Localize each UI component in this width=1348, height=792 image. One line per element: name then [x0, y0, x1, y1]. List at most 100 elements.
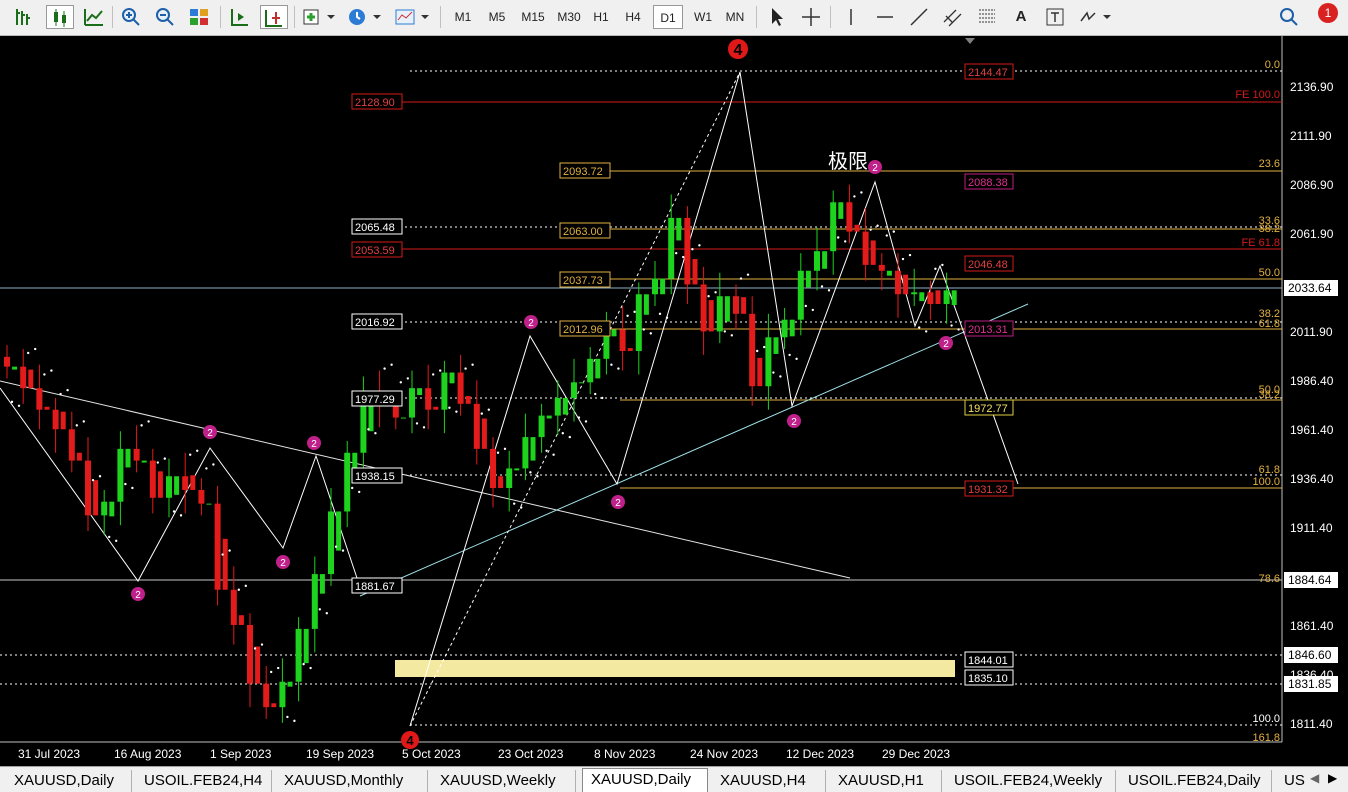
candle-body	[238, 615, 244, 625]
sar-dot	[804, 304, 807, 308]
date-tick: 16 Aug 2023	[114, 747, 182, 761]
sar-dot	[860, 191, 863, 194]
tab-xauusd-h4[interactable]: XAUUSD,H4	[712, 770, 826, 792]
candle-body	[12, 366, 18, 370]
sar-dot	[98, 475, 102, 478]
sar-dot	[918, 326, 921, 329]
sar-dot	[471, 363, 474, 366]
sar-dot	[455, 410, 458, 413]
tile-windows-icon[interactable]	[186, 5, 212, 29]
candle-body	[481, 418, 487, 449]
fib-label: FE 100.0	[1235, 89, 1280, 101]
tab-scroll-left-icon[interactable]: ◀	[1310, 771, 1319, 785]
level-label: 2144.47	[968, 67, 1008, 79]
cursor-icon[interactable]	[764, 5, 790, 29]
notification-badge[interactable]: 1	[1318, 3, 1338, 23]
sar-dot	[341, 549, 345, 552]
fibonacci-icon[interactable]	[974, 5, 1000, 29]
candle-body	[554, 397, 561, 416]
candle-body	[935, 290, 941, 305]
timeframe-d1[interactable]: D1	[653, 5, 683, 29]
timeframe-m1[interactable]: M1	[448, 5, 478, 29]
line-chart-icon[interactable]	[80, 5, 108, 29]
auto-scroll-icon[interactable]	[226, 5, 254, 29]
sar-dot	[163, 457, 166, 460]
sar-dot	[908, 253, 912, 257]
date-tick: 31 Jul 2023	[18, 747, 80, 761]
horizontal-line-icon[interactable]	[872, 5, 898, 29]
sar-dot	[772, 371, 775, 374]
zoom-out-icon[interactable]	[152, 5, 178, 29]
zoom-in-icon[interactable]	[118, 5, 144, 29]
crosshair-icon[interactable]	[798, 5, 824, 29]
candle-body	[214, 503, 221, 590]
candle-body	[28, 369, 34, 389]
candle-body	[141, 460, 147, 463]
date-tick: 24 Nov 2023	[690, 747, 758, 761]
tab-xauusd-h1[interactable]: XAUUSD,H1	[830, 770, 942, 792]
tab-xauusd-weekly[interactable]: XAUUSD,Weekly	[432, 770, 576, 792]
tab-xauusd-monthly[interactable]: XAUUSD,Monthly	[276, 770, 428, 792]
candle-body	[125, 448, 131, 468]
sar-dot	[642, 328, 645, 331]
fib-label: 0.0	[1265, 59, 1280, 71]
sar-dot	[811, 308, 814, 312]
support-zone[interactable]	[395, 660, 955, 677]
timeframe-w1[interactable]: W1	[689, 5, 717, 29]
candle-body	[660, 278, 666, 295]
chart-shift-icon[interactable]	[260, 5, 288, 29]
fib-label: 38.2	[1259, 389, 1280, 401]
candle-body	[886, 270, 892, 276]
tab-usoil-daily[interactable]: USOIL.FEB24,Daily	[1120, 770, 1272, 792]
fib-label: 161.8	[1252, 732, 1280, 744]
arrows-tool-icon[interactable]	[1076, 5, 1116, 29]
timeframe-m5[interactable]: M5	[482, 5, 512, 29]
search-icon[interactable]	[1276, 5, 1302, 29]
trendline-icon[interactable]	[906, 5, 932, 29]
periods-clock-icon[interactable]	[344, 5, 384, 29]
candlestick-chart-icon[interactable]	[46, 5, 74, 29]
tab-scroll-right-icon[interactable]: ▶	[1328, 771, 1337, 785]
candle-body	[336, 511, 342, 551]
candle-body	[895, 270, 901, 295]
candle-body	[20, 366, 27, 389]
candle-body	[927, 292, 934, 305]
vertical-line-icon[interactable]	[838, 5, 864, 29]
sar-dot	[358, 490, 361, 494]
timeframe-h4[interactable]: H4	[620, 5, 646, 29]
sar-dot	[892, 230, 895, 233]
tab-usoil-weekly[interactable]: USOIL.FEB24,Weekly	[946, 770, 1116, 792]
sar-dot	[496, 451, 500, 454]
sar-dot	[179, 514, 183, 517]
tab-xauusd-daily[interactable]: XAUUSD,Daily	[6, 770, 132, 792]
channel-icon[interactable]	[940, 5, 966, 29]
tab-usoil-h4[interactable]: USOIL.FEB24,H4	[136, 770, 272, 792]
candle-body	[830, 202, 837, 252]
timeframe-m15[interactable]: M15	[516, 5, 550, 29]
tab-xauusd-daily-active[interactable]: XAUUSD,Daily	[582, 768, 708, 792]
sar-dot	[552, 453, 555, 456]
templates-icon[interactable]	[392, 5, 432, 29]
indicators-icon[interactable]	[300, 5, 338, 29]
timeframe-h1[interactable]: H1	[588, 5, 614, 29]
price-chart[interactable]: 2128.90 2065.48 2053.59 2016.92 1977.29 …	[0, 36, 1348, 766]
timeframe-m30[interactable]: M30	[552, 5, 586, 29]
text-tool-icon[interactable]: A	[1008, 5, 1034, 29]
price-marker: 1831.85	[1288, 677, 1332, 691]
candle-body	[190, 475, 196, 490]
sar-dot	[432, 373, 435, 376]
sar-dot	[594, 392, 597, 396]
candle-body	[319, 574, 325, 594]
candle-body	[328, 511, 334, 575]
candle-body	[822, 251, 828, 269]
candle-body	[473, 403, 480, 449]
sar-dot	[244, 584, 247, 588]
bar-chart-icon[interactable]	[10, 5, 38, 29]
fib-label: 23.6	[1259, 158, 1280, 170]
text-label-icon[interactable]	[1042, 5, 1068, 29]
timeframe-mn[interactable]: MN	[721, 5, 749, 29]
sar-dot	[503, 447, 507, 451]
tab-overflow[interactable]: US	[1276, 770, 1306, 792]
candle-body	[311, 574, 318, 629]
sar-dot	[140, 424, 143, 427]
